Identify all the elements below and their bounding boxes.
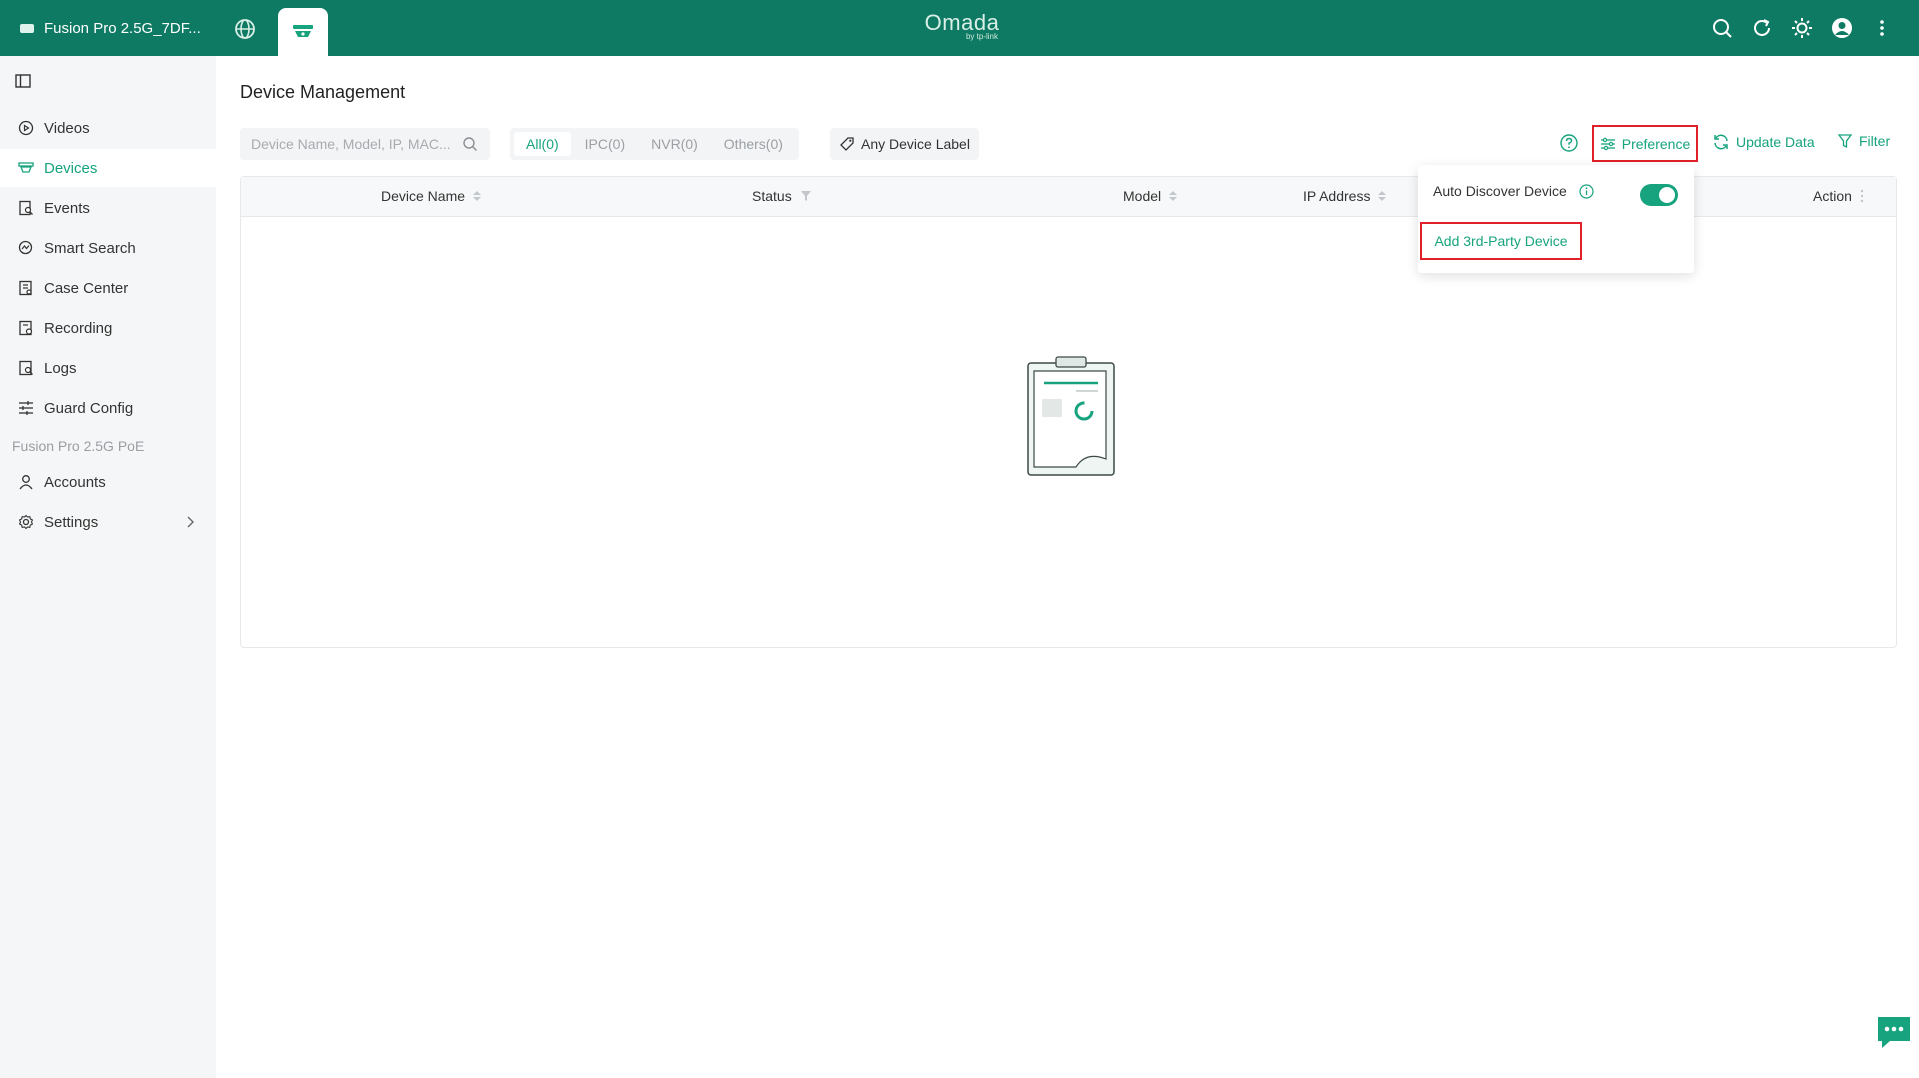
tab-others[interactable]: Others(0): [712, 132, 795, 156]
preference-button[interactable]: Preference: [1592, 125, 1698, 162]
sidebar-item-guard-config[interactable]: Guard Config: [0, 389, 216, 427]
sidebar-item-label: Case Center: [44, 279, 129, 297]
device-label-filter-text: Any Device Label: [861, 136, 970, 152]
tab-ipc[interactable]: IPC(0): [573, 132, 637, 156]
sidebar-item-label: Events: [44, 199, 90, 217]
sidebar-section-label: Fusion Pro 2.5G PoE: [12, 438, 145, 454]
sun-icon: [1792, 18, 1812, 38]
page-title: Device Management: [240, 82, 406, 102]
sidebar-item-label: Videos: [44, 119, 90, 137]
auto-discover-toggle[interactable]: [1640, 184, 1678, 206]
sidebar-item-settings[interactable]: Settings: [0, 503, 216, 541]
sync-icon: [1714, 134, 1728, 150]
user-icon: [18, 474, 34, 490]
preference-label: Preference: [1621, 135, 1691, 152]
add-3rd-party-device-label: Add 3rd-Party Device: [1434, 233, 1568, 249]
sidebar-item-label: Smart Search: [44, 239, 136, 257]
vertical-dots-icon: [1880, 20, 1884, 36]
sliders-icon: [18, 400, 34, 416]
camera-icon: [18, 160, 34, 176]
column-model[interactable]: Model: [1123, 188, 1178, 204]
help-icon[interactable]: [1560, 134, 1578, 152]
search-icon: [463, 137, 477, 151]
column-filter-icon: [800, 191, 811, 201]
column-ip-address[interactable]: IP Address: [1303, 188, 1387, 204]
sort-icon: [473, 191, 482, 201]
log-icon: [18, 360, 34, 376]
sidebar-item-label: Logs: [44, 359, 77, 377]
avatar-icon: [1832, 18, 1852, 38]
chevron-right-icon: [187, 516, 194, 528]
event-search-icon: [18, 200, 34, 216]
sidebar-item-label: Accounts: [44, 473, 106, 491]
sidebar-item-logs[interactable]: Logs: [0, 349, 216, 387]
sidebar: Videos Devices Events Smart Search Case …: [0, 56, 216, 1078]
chat-support-button[interactable]: [1876, 1015, 1912, 1049]
sidebar-item-recording[interactable]: Recording: [0, 309, 216, 347]
sidebar-item-devices[interactable]: Devices: [0, 149, 216, 187]
case-icon: [18, 280, 34, 296]
filter-button[interactable]: Filter: [1837, 133, 1890, 149]
search-placeholder: Device Name, Model, IP, MAC...: [251, 136, 451, 152]
surveillance-camera-icon: [293, 25, 313, 37]
preference-dropdown: Auto Discover Device Add 3rd-Party Devic…: [1418, 165, 1694, 273]
recording-icon: [18, 320, 34, 336]
theme-button[interactable]: [1789, 14, 1815, 42]
sort-icon: [1378, 191, 1387, 201]
site-selector[interactable]: Fusion Pro 2.5G_7DF...: [20, 0, 201, 56]
sort-icon: [1169, 191, 1178, 201]
column-device-name[interactable]: Device Name: [381, 188, 482, 204]
tag-icon: [840, 137, 854, 151]
sidebar-item-smart-search[interactable]: Smart Search: [0, 229, 216, 267]
omada-logo: Omada by tp-link: [924, 10, 1000, 41]
column-action: Action: [1813, 188, 1864, 204]
add-3rd-party-device-item[interactable]: Add 3rd-Party Device: [1420, 222, 1582, 260]
filter-label: Filter: [1859, 133, 1891, 149]
search-input[interactable]: Device Name, Model, IP, MAC...: [240, 128, 490, 160]
sidebar-item-videos[interactable]: Videos: [0, 109, 216, 147]
update-data-button[interactable]: Update Data: [1712, 133, 1815, 151]
refresh-button[interactable]: [1749, 14, 1775, 42]
tab-all[interactable]: All(0): [514, 132, 571, 156]
device-icon: [20, 23, 34, 33]
more-menu-button[interactable]: [1869, 14, 1895, 42]
refresh-icon: [1754, 19, 1770, 36]
device-type-tabs: All(0) IPC(0) NVR(0) Others(0): [510, 128, 799, 160]
sidebar-item-case-center[interactable]: Case Center: [0, 269, 216, 307]
update-data-label: Update Data: [1736, 134, 1815, 150]
sidebar-collapse-icon[interactable]: [14, 72, 32, 90]
column-settings-icon[interactable]: [1860, 189, 1864, 203]
top-bar: Fusion Pro 2.5G_7DF... Omada by tp-link: [0, 0, 1919, 56]
search-button[interactable]: [1709, 14, 1735, 42]
info-icon[interactable]: [1579, 183, 1594, 199]
gear-icon: [18, 514, 34, 530]
sidebar-item-label: Devices: [44, 159, 98, 177]
sidebar-item-accounts[interactable]: Accounts: [0, 463, 216, 501]
filter-icon: [1837, 134, 1853, 149]
tab-nvr[interactable]: NVR(0): [639, 132, 710, 156]
auto-discover-label: Auto Discover Device: [1433, 183, 1567, 199]
sidebar-item-label: Guard Config: [44, 399, 134, 417]
device-label-filter[interactable]: Any Device Label: [830, 128, 979, 160]
column-status[interactable]: Status: [752, 188, 812, 204]
play-circle-icon: [18, 120, 34, 136]
sidebar-item-label: Recording: [44, 319, 113, 337]
empty-state-illustration: [1027, 356, 1115, 476]
globe-icon: [235, 19, 255, 39]
site-name: Fusion Pro 2.5G_7DF...: [44, 19, 201, 37]
sidebar-item-label: Settings: [44, 513, 99, 531]
user-avatar-button[interactable]: [1829, 14, 1855, 42]
smart-search-icon: [18, 240, 34, 256]
sidebar-item-events[interactable]: Events: [0, 189, 216, 227]
sliders-icon: [1600, 137, 1615, 150]
globe-button[interactable]: [232, 16, 258, 42]
surveillance-tab[interactable]: [278, 8, 328, 56]
search-icon: [1713, 19, 1732, 38]
